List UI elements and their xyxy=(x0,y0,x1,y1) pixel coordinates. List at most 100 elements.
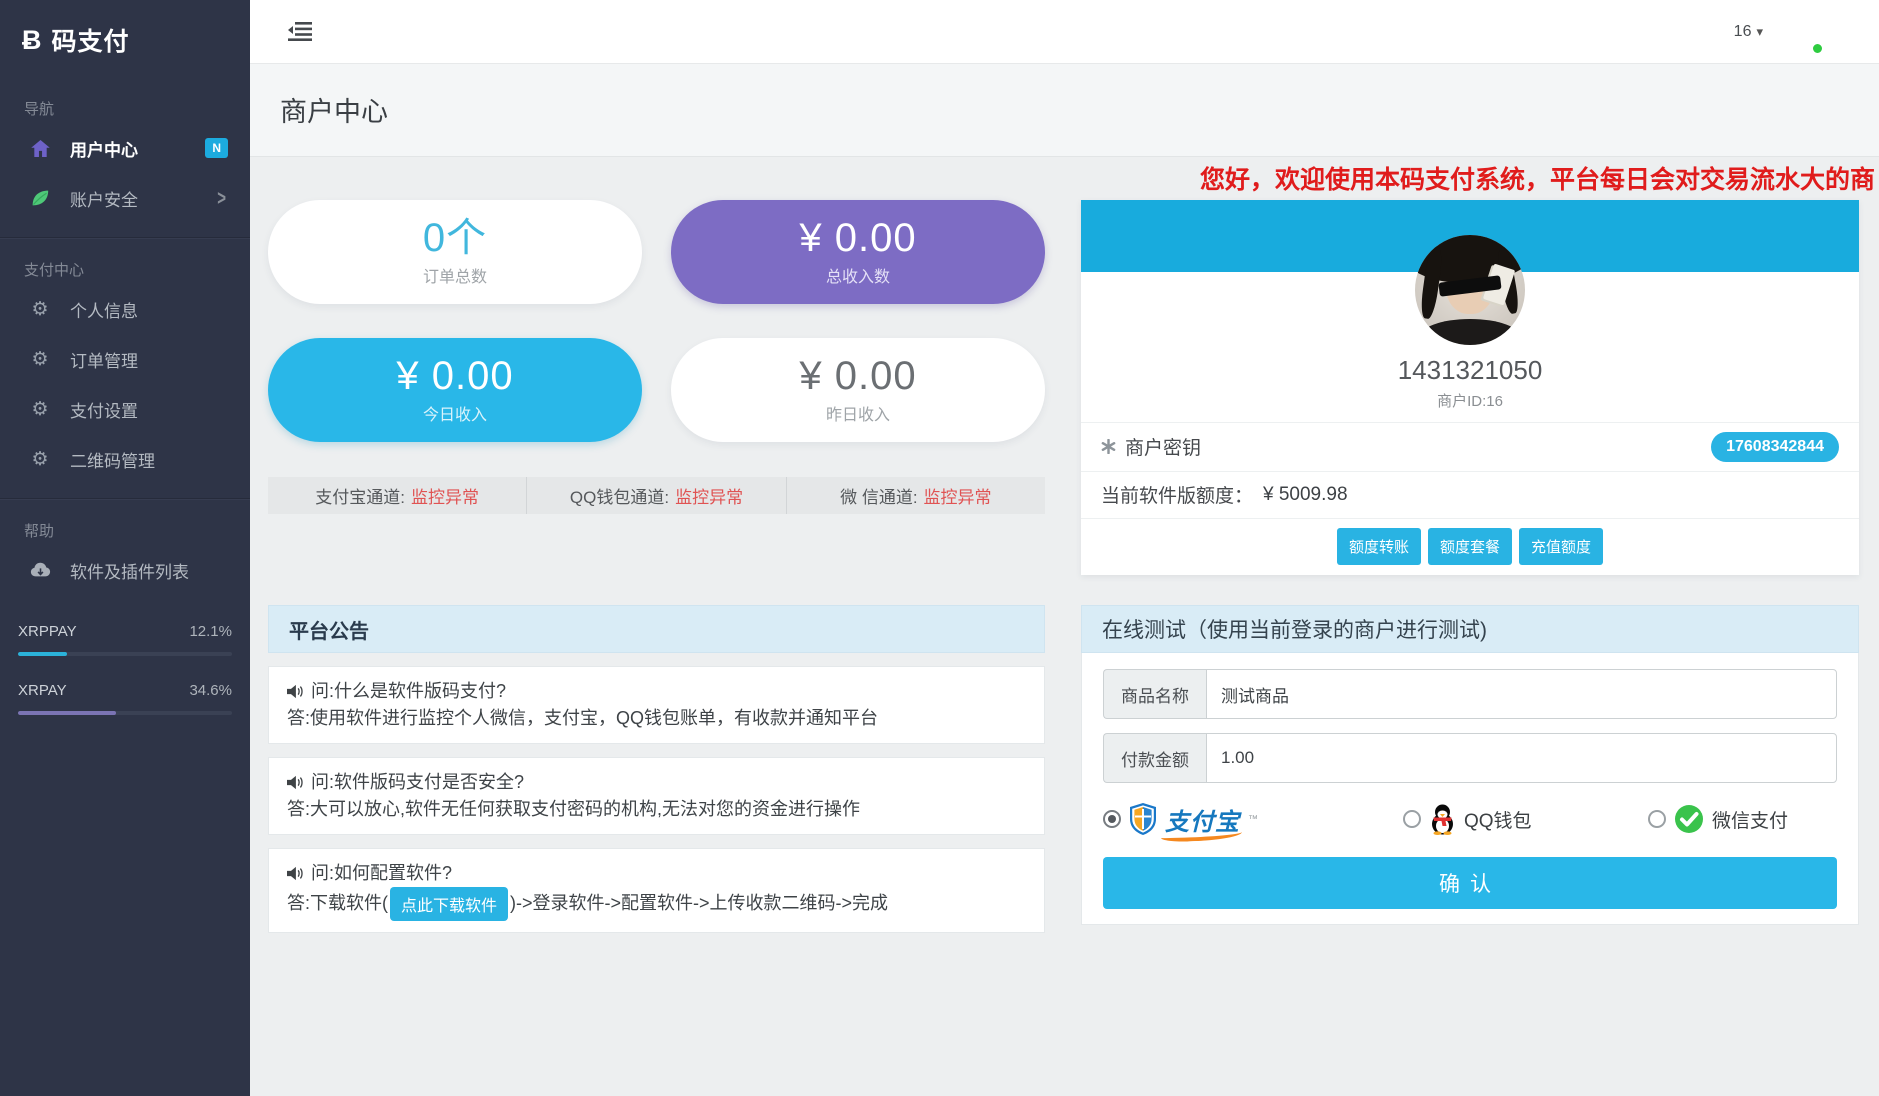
channel-status-bar: 支付宝通道: 监控异常 QQ钱包通道: 监控异常 微 信通道: 监控异常 xyxy=(268,477,1045,514)
stat-xrpay: XRPAY 34.6% xyxy=(18,682,232,715)
quota-actions: 额度转账 额度套餐 充值额度 xyxy=(1081,518,1859,575)
stat-xrppay: XRPPAY 12.1% xyxy=(18,623,232,656)
stat-label: XRPAY xyxy=(18,682,67,699)
payment-amount-label: 付款金额 xyxy=(1103,733,1206,783)
sidebar: Ƀ 码支付 导航 用户中心 N 账户安全 > 支付中心 ⚙ 个人信息 ⚙ 订单管… xyxy=(0,0,250,1096)
card-today-income: ¥ 0.00 今日收入 xyxy=(268,338,642,442)
progress-track xyxy=(18,652,232,656)
brand-logo[interactable]: Ƀ 码支付 xyxy=(0,0,250,78)
chevron-right-icon: > xyxy=(217,186,226,210)
channel-wechat: 微 信通道: 监控异常 xyxy=(786,477,1045,514)
progress-track xyxy=(18,711,232,715)
channel-label: 支付宝通道: xyxy=(315,483,405,508)
qq-wallet-radio[interactable] xyxy=(1403,810,1421,828)
product-name-input[interactable] xyxy=(1206,669,1837,719)
answer-text: 答:下载软件(点此下载软件)->登录软件->配置软件->上传收款二维码->完成 xyxy=(287,887,1026,921)
page-title-band: 商户中心 xyxy=(250,64,1879,157)
answer-text: 答:大可以放心,软件无任何获取支付密码的机构,无法对您的资金进行操作 xyxy=(287,796,1026,823)
right-column: 1431321050 商户ID:16 商户密钥 17608342844 当前软件… xyxy=(1081,200,1859,925)
sidebar-item-account-security[interactable]: 账户安全 > xyxy=(0,173,250,223)
platform-announcements-panel: 平台公告 问:什么是软件版码支付? 答:使用软件进行监控个人微信，支付宝，QQ钱… xyxy=(268,605,1045,933)
sidebar-stats: XRPPAY 12.1% XRPAY 34.6% xyxy=(0,595,250,715)
home-icon xyxy=(28,138,52,158)
card-label: 昨日收入 xyxy=(826,401,890,425)
quota-recharge-button[interactable]: 充值额度 xyxy=(1519,528,1603,565)
channel-qq-wallet: QQ钱包通道: 监控异常 xyxy=(526,477,785,514)
gear-icon: ⚙ xyxy=(28,449,52,469)
brand-name: 码支付 xyxy=(52,22,130,58)
card-total-income: ¥ 0.00 总收入数 xyxy=(671,200,1045,304)
product-name-label: 商品名称 xyxy=(1103,669,1206,719)
sidebar-item-label: 个人信息 xyxy=(70,297,138,322)
confirm-button[interactable]: 确认 xyxy=(1103,857,1837,909)
payment-amount-input[interactable] xyxy=(1206,733,1837,783)
quota-value: ¥ 5009.98 xyxy=(1263,484,1348,506)
bitcoin-icon: Ƀ xyxy=(22,25,42,56)
gear-icon: ⚙ xyxy=(28,349,52,369)
card-value: ¥ 0.00 xyxy=(799,355,916,397)
sidebar-item-label: 账户安全 xyxy=(70,186,138,211)
leaf-icon xyxy=(28,188,52,208)
channel-status: 监控异常 xyxy=(924,483,992,508)
sidebar-item-label: 用户中心 xyxy=(70,136,138,161)
method-qq-wallet[interactable]: QQ钱包 xyxy=(1403,803,1648,835)
online-test-panel: 在线测试（使用当前登录的商户进行测试) 商品名称 付款金额 xyxy=(1081,605,1859,925)
sidebar-item-user-center[interactable]: 用户中心 N xyxy=(0,123,250,173)
answer-text: 答:使用软件进行监控个人微信，支付宝，QQ钱包账单，有收款并通知平台 xyxy=(287,705,1026,732)
main-content: 您好，欢迎使用本码支付系统，平台每日会对交易流水大的商 0个 订单总数 ¥ 0.… xyxy=(250,157,1879,1096)
merchant-avatar[interactable] xyxy=(1415,235,1525,345)
card-label: 订单总数 xyxy=(423,263,487,287)
sidebar-item-personal-info[interactable]: ⚙ 个人信息 xyxy=(0,284,250,334)
announcement-item: 问:软件版码支付是否安全? 答:大可以放心,软件无任何获取支付密码的机构,无法对… xyxy=(268,757,1045,835)
question-text: 问:什么是软件版码支付? xyxy=(311,678,506,705)
stat-value: 34.6% xyxy=(189,682,232,699)
sidebar-item-label: 二维码管理 xyxy=(70,447,155,472)
topbar-avatar[interactable] xyxy=(1777,9,1824,56)
announcement-item: 问:什么是软件版码支付? 答:使用软件进行监控个人微信，支付宝，QQ钱包账单，有… xyxy=(268,666,1045,744)
stat-value: 12.1% xyxy=(189,623,232,640)
card-value: ¥ 0.00 xyxy=(799,217,916,259)
quota-label: 当前软件版额度： xyxy=(1101,481,1253,508)
merchant-name: 1431321050 xyxy=(1081,355,1859,386)
online-test-header: 在线测试（使用当前登录的商户进行测试) xyxy=(1081,605,1859,653)
marquee-text: 您好，欢迎使用本码支付系统，平台每日会对交易流水大的商 xyxy=(1200,160,1875,196)
stat-label: XRPPAY xyxy=(18,623,77,640)
wechat-pay-label: 微信支付 xyxy=(1712,806,1788,833)
software-quota-row: 当前软件版额度： ¥ 5009.98 xyxy=(1081,471,1859,518)
speaker-icon xyxy=(287,684,303,699)
progress-fill xyxy=(18,711,116,715)
channel-status: 监控异常 xyxy=(411,483,479,508)
qq-wallet-label: QQ钱包 xyxy=(1464,806,1532,833)
user-menu[interactable]: 16 ▾ xyxy=(1734,23,1763,41)
merchant-key-label: 商户密钥 xyxy=(1125,433,1201,460)
question-text: 问:如何配置软件? xyxy=(311,860,452,887)
sidebar-item-order-management[interactable]: ⚙ 订单管理 xyxy=(0,334,250,384)
alipay-logo-text: 支付宝 xyxy=(1165,802,1240,837)
merchant-profile-card: 1431321050 商户ID:16 商户密钥 17608342844 当前软件… xyxy=(1081,200,1859,575)
sidebar-item-label: 支付设置 xyxy=(70,397,138,422)
merchant-id: 商户ID:16 xyxy=(1081,390,1859,411)
method-wechat-pay[interactable]: 微信支付 xyxy=(1648,804,1788,834)
caret-down-icon: ▾ xyxy=(1756,24,1763,40)
method-alipay[interactable]: 支付宝 ™ xyxy=(1103,802,1403,837)
quota-transfer-button[interactable]: 额度转账 xyxy=(1337,528,1421,565)
download-software-button[interactable]: 点此下载软件 xyxy=(390,887,508,921)
answer-prefix: 答:下载软件( xyxy=(287,893,388,913)
sidebar-item-label: 软件及插件列表 xyxy=(70,558,189,583)
merchant-key-badge[interactable]: 17608342844 xyxy=(1711,432,1839,462)
qq-penguin-icon xyxy=(1429,803,1456,835)
announcement-item: 问:如何配置软件? 答:下载软件(点此下载软件)->登录软件->配置软件->上传… xyxy=(268,848,1045,933)
trademark-mark: ™ xyxy=(1248,814,1258,825)
product-name-group: 商品名称 xyxy=(1103,669,1837,719)
wechat-pay-radio[interactable] xyxy=(1648,810,1666,828)
sidebar-item-software-plugins[interactable]: 软件及插件列表 xyxy=(0,545,250,595)
sidebar-item-payment-settings[interactable]: ⚙ 支付设置 xyxy=(0,384,250,434)
alipay-radio[interactable] xyxy=(1103,810,1121,828)
quota-package-button[interactable]: 额度套餐 xyxy=(1428,528,1512,565)
stat-cards: 0个 订单总数 ¥ 0.00 总收入数 ¥ 0.00 今日收入 ¥ 0.00 昨… xyxy=(268,200,1045,442)
sidebar-toggle-icon[interactable] xyxy=(288,21,312,41)
channel-status: 监控异常 xyxy=(675,483,743,508)
alipay-shield-icon xyxy=(1129,803,1157,835)
announcements-title: 平台公告 xyxy=(289,615,369,644)
sidebar-item-qrcode-management[interactable]: ⚙ 二维码管理 xyxy=(0,434,250,484)
